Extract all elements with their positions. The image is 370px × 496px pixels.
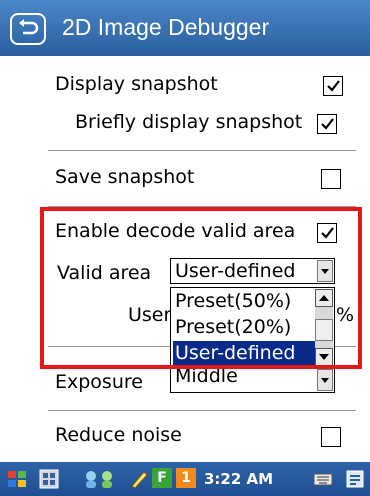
- save-snapshot-checkbox[interactable]: [321, 169, 341, 189]
- chevron-up-icon: [319, 295, 329, 301]
- check-icon: [321, 227, 334, 239]
- check-icon: [321, 118, 334, 130]
- separator: [48, 150, 356, 151]
- valid-area-value: User-defined: [175, 260, 296, 282]
- users-icon[interactable]: [82, 468, 122, 488]
- reduce-noise-checkbox[interactable]: [321, 427, 341, 447]
- chevron-down-icon: [319, 354, 329, 360]
- option-preset-20[interactable]: Preset(20%): [173, 315, 316, 341]
- title-bar: 2D Image Debugger: [0, 0, 370, 56]
- page-title: 2D Image Debugger: [62, 14, 270, 40]
- enable-decode-valid-area-label: Enable decode valid area: [55, 220, 296, 242]
- reduce-noise-label: Reduce noise: [55, 424, 182, 446]
- chevron-down-icon[interactable]: [317, 260, 333, 282]
- separator: [48, 206, 356, 207]
- percent-label: %: [336, 304, 355, 326]
- chevron-down-icon[interactable]: [317, 369, 333, 391]
- display-snapshot-label: Display snapshot: [55, 73, 218, 95]
- back-arrow-icon: [19, 19, 39, 35]
- keyboard-icon[interactable]: [312, 468, 333, 488]
- clock[interactable]: 3:22 AM: [204, 470, 273, 488]
- valid-area-select[interactable]: User-defined: [170, 258, 335, 284]
- exposure-select[interactable]: Middle: [170, 365, 335, 393]
- check-icon: [327, 80, 340, 92]
- badge-1[interactable]: 1: [176, 468, 196, 488]
- badge-f[interactable]: F: [152, 468, 172, 488]
- taskbar: F 1 3:22 AM: [0, 462, 370, 496]
- scroll-down-button[interactable]: [315, 348, 333, 366]
- valid-area-dropdown-list[interactable]: Preset(50%) Preset(20%) User-defined: [170, 287, 335, 368]
- exposure-label: Exposure: [55, 371, 143, 393]
- display-snapshot-checkbox[interactable]: [323, 76, 343, 96]
- valid-area-label: Valid area: [57, 262, 152, 284]
- option-user-defined[interactable]: User-defined: [173, 341, 316, 367]
- exposure-value: Middle: [175, 365, 238, 387]
- briefly-display-snapshot-checkbox[interactable]: [317, 114, 337, 134]
- back-button[interactable]: [10, 13, 46, 45]
- separator: [48, 410, 356, 411]
- save-snapshot-label: Save snapshot: [55, 166, 195, 188]
- user-defined-label: User: [128, 304, 172, 326]
- app-grid-icon[interactable]: [38, 468, 59, 489]
- dropdown-scrollbar[interactable]: [315, 289, 333, 366]
- option-preset-50[interactable]: Preset(50%): [173, 289, 316, 315]
- briefly-display-snapshot-label: Briefly display snapshot: [75, 111, 303, 133]
- input-panel-icon[interactable]: [344, 468, 364, 488]
- scroll-up-button[interactable]: [315, 289, 333, 307]
- enable-decode-valid-area-checkbox[interactable]: [317, 223, 337, 243]
- start-flag-icon[interactable]: [6, 468, 26, 488]
- pen-icon[interactable]: [128, 468, 148, 489]
- scroll-thumb[interactable]: [315, 319, 333, 341]
